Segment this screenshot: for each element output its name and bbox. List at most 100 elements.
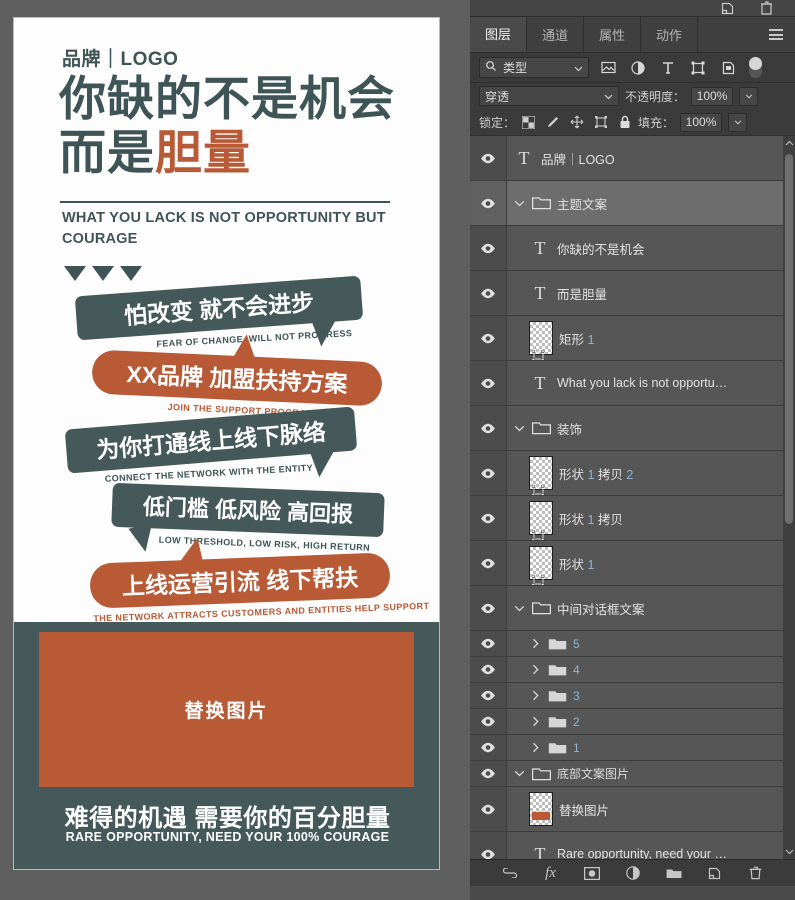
chevron-right-icon[interactable] (529, 742, 542, 753)
chevron-down-icon[interactable] (513, 605, 526, 612)
lock-image-pixels-icon[interactable] (545, 115, 560, 130)
layer-mask-icon[interactable] (583, 865, 600, 882)
layer-thumbnail[interactable] (529, 792, 553, 826)
layer-visibility-eye-icon[interactable] (470, 451, 507, 495)
layer-row-body[interactable]: T 而是胆量 (507, 271, 783, 315)
tab-channels[interactable]: 通道 (527, 17, 585, 52)
layer-row[interactable]: 装饰 (470, 406, 783, 451)
type-filter-icon[interactable] (657, 57, 679, 78)
lock-transparent-pixels-icon[interactable] (521, 115, 536, 130)
chevron-right-icon[interactable] (529, 690, 542, 701)
layer-list[interactable]: T 品牌｜LOGO 主题文案 T 你缺的不是机会 T 而是胆量 矩形 1 T What you l… (470, 135, 795, 859)
layer-visibility-eye-icon[interactable] (470, 657, 507, 682)
chevron-right-icon[interactable] (529, 716, 542, 727)
layer-visibility-eye-icon[interactable] (470, 136, 507, 180)
layer-row[interactable]: 形状 1 (470, 541, 783, 586)
layer-visibility-eye-icon[interactable] (470, 361, 507, 405)
layer-row-body[interactable]: 矩形 1 (507, 316, 783, 360)
adjustment-filter-icon[interactable] (627, 57, 649, 78)
layer-thumbnail[interactable] (529, 546, 553, 585)
layer-row[interactable]: T 而是胆量 (470, 271, 783, 316)
scrollbar-thumb[interactable] (785, 154, 793, 524)
chevron-right-icon[interactable] (529, 664, 542, 675)
canvas-area[interactable]: 品牌｜LOGO 你缺的不是机会 而是胆量 WHAT YOU LACK IS NO… (0, 0, 470, 900)
layer-visibility-eye-icon[interactable] (470, 735, 507, 760)
layer-row[interactable]: T Rare opportunity, need your … (470, 832, 783, 859)
fill-input[interactable]: 100% (680, 112, 723, 132)
layer-visibility-eye-icon[interactable] (470, 496, 507, 540)
layer-visibility-eye-icon[interactable] (470, 541, 507, 585)
layer-row-body[interactable]: T 品牌｜LOGO (507, 136, 783, 180)
layer-visibility-eye-icon[interactable] (470, 683, 507, 708)
layer-row[interactable]: 3 (470, 683, 783, 709)
lock-icon-group[interactable] (521, 115, 632, 130)
chevron-down-icon[interactable] (513, 425, 526, 432)
layer-visibility-eye-icon[interactable] (470, 316, 507, 360)
layer-row-body[interactable]: 底部文案图片 (507, 761, 783, 786)
new-group-icon[interactable] (665, 865, 682, 882)
layer-row-body[interactable]: 形状 1 拷贝 2 (507, 451, 783, 495)
layer-row-body[interactable]: 1 (507, 735, 783, 760)
layer-visibility-eye-icon[interactable] (470, 586, 507, 630)
layer-row[interactable]: 5 (470, 631, 783, 657)
delete-layer-icon[interactable] (747, 865, 764, 882)
panel-menu-button[interactable] (757, 17, 795, 52)
blend-mode-select[interactable]: 穿透 (479, 86, 619, 106)
layer-row-body[interactable]: 2 (507, 709, 783, 734)
blend-mode-row[interactable]: 穿透 不透明度： 100% (470, 83, 795, 109)
filter-enable-toggle[interactable] (749, 57, 762, 78)
layer-filter-row[interactable]: 类型 (470, 53, 795, 83)
layer-visibility-eye-icon[interactable] (470, 787, 507, 831)
layer-row-body[interactable]: T 你缺的不是机会 (507, 226, 783, 270)
fill-stepper[interactable] (728, 112, 748, 132)
layer-row-body[interactable]: T Rare opportunity, need your … (507, 832, 783, 860)
layer-style-fx-icon[interactable]: fx (542, 865, 559, 882)
poster-document[interactable]: 品牌｜LOGO 你缺的不是机会 而是胆量 WHAT YOU LACK IS NO… (13, 17, 440, 870)
tab-actions[interactable]: 动作 (641, 17, 699, 52)
opacity-input[interactable]: 100% (691, 86, 734, 106)
chevron-right-icon[interactable] (529, 638, 542, 649)
panel-tab-bar[interactable]: 图层 通道 属性 动作 (470, 17, 795, 53)
tab-properties[interactable]: 属性 (584, 17, 642, 52)
layer-row[interactable]: 主题文案 (470, 181, 783, 226)
layer-thumbnail[interactable] (529, 456, 553, 495)
layer-row-body[interactable]: T What you lack is not opportu… (507, 361, 783, 405)
layer-row-body[interactable]: 3 (507, 683, 783, 708)
scroll-down-icon[interactable] (785, 845, 794, 859)
pixel-filter-icon[interactable] (597, 57, 619, 78)
layer-row-body[interactable]: 装饰 (507, 406, 783, 450)
layer-row[interactable]: 替换图片 (470, 787, 783, 832)
smart-object-filter-icon[interactable] (717, 57, 739, 78)
layer-visibility-eye-icon[interactable] (470, 709, 507, 734)
lock-row[interactable]: 锁定： 填充： 100% (470, 109, 795, 135)
layer-row[interactable]: 底部文案图片 (470, 761, 783, 787)
shape-filter-icon[interactable] (687, 57, 709, 78)
filter-type-select[interactable]: 类型 (479, 57, 589, 78)
layer-row[interactable]: 中间对话框文案 (470, 586, 783, 631)
layer-thumbnail[interactable] (529, 501, 553, 540)
adjustment-layer-icon[interactable] (624, 865, 641, 882)
layer-visibility-eye-icon[interactable] (470, 631, 507, 656)
layer-row[interactable]: 4 (470, 657, 783, 683)
layer-visibility-eye-icon[interactable] (470, 226, 507, 270)
chevron-down-icon[interactable] (513, 200, 526, 207)
lock-all-icon[interactable] (617, 115, 632, 130)
layer-row[interactable]: 1 (470, 735, 783, 761)
lock-artboard-icon[interactable] (593, 115, 608, 130)
layer-row[interactable]: T 品牌｜LOGO (470, 136, 783, 181)
layer-visibility-eye-icon[interactable] (470, 181, 507, 225)
layer-row-body[interactable]: 替换图片 (507, 787, 783, 831)
layer-row[interactable]: T What you lack is not opportu… (470, 361, 783, 406)
layer-rows-container[interactable]: T 品牌｜LOGO 主题文案 T 你缺的不是机会 T 而是胆量 矩形 1 T What you l… (470, 136, 783, 859)
layer-thumbnail[interactable] (529, 321, 553, 360)
layers-bottom-toolbar[interactable]: fx (470, 859, 795, 886)
layer-row-body[interactable]: 中间对话框文案 (507, 586, 783, 630)
layer-row-body[interactable]: 4 (507, 657, 783, 682)
layer-visibility-eye-icon[interactable] (470, 271, 507, 315)
layer-visibility-eye-icon[interactable] (470, 761, 507, 786)
link-layers-icon[interactable] (501, 865, 518, 882)
layer-row[interactable]: 2 (470, 709, 783, 735)
layer-row[interactable]: T 你缺的不是机会 (470, 226, 783, 271)
layer-list-scrollbar[interactable] (783, 136, 795, 859)
layer-row[interactable]: 矩形 1 (470, 316, 783, 361)
